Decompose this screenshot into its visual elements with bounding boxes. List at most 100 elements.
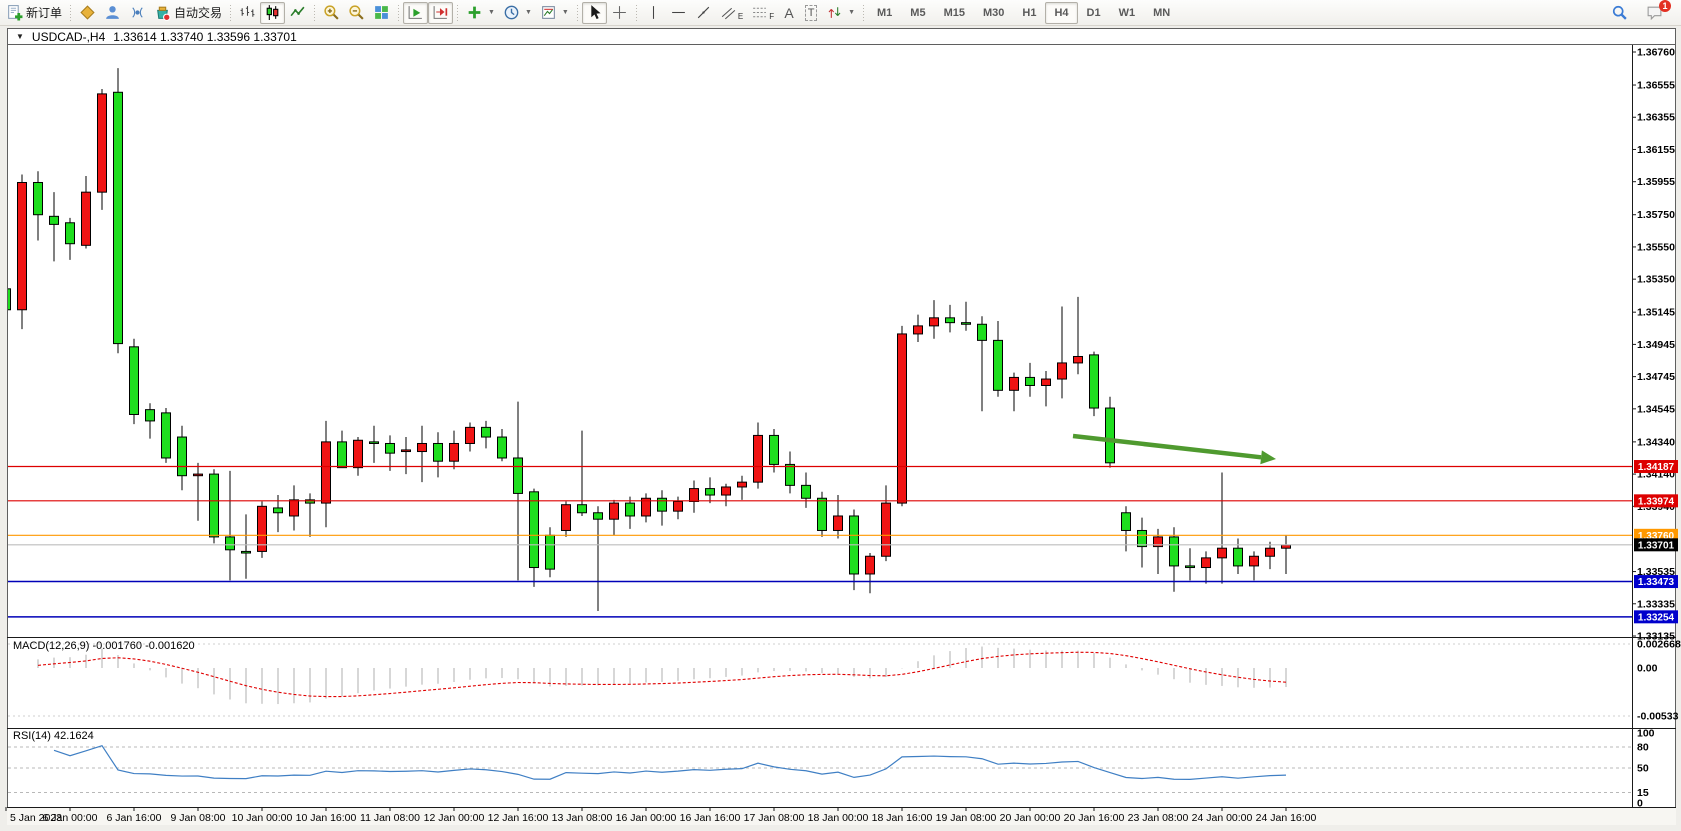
candle-body xyxy=(1090,355,1099,408)
trend-arrow-annotation[interactable] xyxy=(1073,436,1261,457)
date-axis-label: 16 Jan 16:00 xyxy=(680,812,741,824)
date-axis-label: 12 Jan 16:00 xyxy=(488,812,549,824)
macd-indicator-label: MACD(12,26,9) -0.001760 -0.001620 xyxy=(13,640,195,652)
date-axis-label: 18 Jan 16:00 xyxy=(872,812,933,824)
price-axis-label: 1.35550 xyxy=(1637,241,1675,253)
app-window: 新订单自动交易▼▼▼EFAT▼M1M5M15M30H1H4D1W1MN1 ▼ U… xyxy=(0,0,1681,831)
price-chart[interactable]: 1.367601.365551.363551.361551.359551.357… xyxy=(0,0,1681,831)
candle-body xyxy=(34,182,43,214)
date-axis-label: 16 Jan 00:00 xyxy=(616,812,677,824)
candle-body xyxy=(658,498,667,511)
candle-body xyxy=(898,334,907,503)
price-axis-label: 1.35955 xyxy=(1637,176,1675,188)
candle-body xyxy=(354,440,363,467)
candle-body xyxy=(994,340,1003,390)
candle-body xyxy=(66,223,75,244)
trend-arrow-head xyxy=(1260,450,1276,464)
candle-body xyxy=(338,442,347,468)
macd-axis-label: 0.002668 xyxy=(1637,639,1681,651)
candle-body xyxy=(1074,356,1083,362)
candle-body xyxy=(530,492,539,568)
price-axis-label: 1.36355 xyxy=(1637,112,1675,124)
candle-body xyxy=(386,443,395,453)
candle-body xyxy=(482,427,491,437)
date-axis-label: 20 Jan 16:00 xyxy=(1064,812,1125,824)
candle-body xyxy=(914,326,923,334)
candle-body xyxy=(594,513,603,519)
date-axis-label: 19 Jan 08:00 xyxy=(936,812,997,824)
candle-body xyxy=(562,505,571,531)
candle-body xyxy=(1010,377,1019,390)
candle-body xyxy=(1122,513,1131,531)
price-axis-label: 1.34340 xyxy=(1637,436,1675,448)
candle-body xyxy=(98,94,107,192)
candle-body xyxy=(2,289,11,310)
candle-body xyxy=(674,501,683,511)
date-axis-label: 12 Jan 00:00 xyxy=(424,812,485,824)
candle-body xyxy=(626,503,635,516)
candle-body xyxy=(82,192,91,245)
candle-body xyxy=(194,474,203,476)
price-axis-label: 1.34745 xyxy=(1637,371,1675,383)
price-level-badge-label: 1.34187 xyxy=(1638,462,1675,473)
candle-body xyxy=(402,450,411,452)
candle-body xyxy=(1234,548,1243,566)
candle-body xyxy=(1138,530,1147,546)
candle-body xyxy=(418,443,427,451)
date-axis-label: 13 Jan 08:00 xyxy=(552,812,613,824)
candle-body xyxy=(1202,558,1211,568)
date-axis-label: 18 Jan 00:00 xyxy=(808,812,869,824)
candle-body xyxy=(322,442,331,503)
candle-body xyxy=(690,489,699,502)
rsi-axis-label: 80 xyxy=(1637,742,1649,754)
candle-body xyxy=(1282,545,1291,548)
date-axis-label: 10 Jan 16:00 xyxy=(296,812,357,824)
candle-body xyxy=(146,410,155,421)
candle-body xyxy=(834,516,843,530)
date-axis-label: 6 Jan 00:00 xyxy=(43,812,98,824)
candle-body xyxy=(226,537,235,550)
candle-body xyxy=(882,503,891,556)
macd-axis-label: 0.00 xyxy=(1637,663,1658,675)
candle-body xyxy=(946,318,955,323)
date-axis-label: 17 Jan 08:00 xyxy=(744,812,805,824)
candle-body xyxy=(706,489,715,495)
price-axis-label: 1.34945 xyxy=(1637,339,1675,351)
candle-body xyxy=(290,500,299,516)
candle-body xyxy=(930,318,939,326)
candle-body xyxy=(578,505,587,513)
candle-body xyxy=(498,437,507,458)
date-axis-label: 24 Jan 00:00 xyxy=(1192,812,1253,824)
rsi-axis-label: 0 xyxy=(1637,798,1643,810)
rsi-axis-label: 50 xyxy=(1637,763,1649,775)
candle-body xyxy=(370,442,379,444)
candle-body xyxy=(1106,408,1115,463)
macd-pane xyxy=(8,644,1632,716)
candle-body xyxy=(1170,537,1179,566)
candle-body xyxy=(770,435,779,464)
rsi-line xyxy=(54,746,1286,780)
candle-body xyxy=(18,182,27,309)
price-level-badge-label: 1.33473 xyxy=(1638,577,1675,588)
candle-body xyxy=(114,92,123,343)
rsi-indicator-label: RSI(14) 42.1624 xyxy=(13,730,94,742)
date-axis-label: 11 Jan 08:00 xyxy=(360,812,420,824)
candle-body xyxy=(1058,363,1067,379)
candle-body xyxy=(130,347,139,415)
candle-body xyxy=(786,464,795,485)
date-axis-label: 10 Jan 00:00 xyxy=(232,812,293,824)
date-axis-label: 20 Jan 00:00 xyxy=(1000,812,1061,824)
candle-body xyxy=(818,498,827,530)
candle-body xyxy=(610,503,619,519)
price-axis-label: 1.34545 xyxy=(1637,403,1675,415)
macd-axis-label: -0.00533 xyxy=(1637,710,1679,722)
rsi-pane xyxy=(8,746,1632,793)
candle-body xyxy=(1250,556,1259,566)
candle-body xyxy=(514,458,523,493)
candlesticks-layer xyxy=(2,68,1291,611)
date-axis-label: 9 Jan 08:00 xyxy=(171,812,226,824)
date-axis-label: 24 Jan 16:00 xyxy=(1256,812,1317,824)
price-axis-label: 1.36760 xyxy=(1637,47,1675,59)
price-axis-label: 1.36155 xyxy=(1637,144,1675,156)
price-level-badge-label: 1.33254 xyxy=(1638,612,1675,623)
